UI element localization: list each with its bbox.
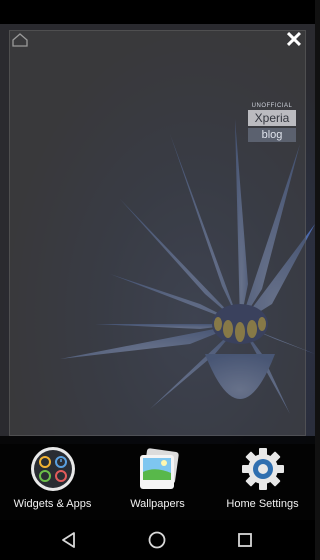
watermark-logo: UNOFFICIAL Xperia blog <box>248 103 296 142</box>
widgets-apps-icon <box>30 446 76 492</box>
gear-icon <box>240 446 286 492</box>
close-icon[interactable]: ✕ <box>284 29 304 51</box>
home-outline-icon[interactable] <box>12 33 28 47</box>
widgets-apps-label: Widgets & Apps <box>13 498 92 510</box>
home-screen-edit-panel[interactable] <box>9 30 306 436</box>
wallpapers-label: Wallpapers <box>130 498 185 510</box>
wallpapers-icon <box>135 446 181 492</box>
back-triangle-icon[interactable] <box>59 530 79 550</box>
home-settings-label: Home Settings <box>226 498 299 510</box>
watermark-line3: blog <box>248 128 296 142</box>
home-circle-icon[interactable] <box>147 530 167 550</box>
recents-square-icon[interactable] <box>235 530 255 550</box>
status-bar <box>0 0 315 24</box>
home-settings-button[interactable]: Home Settings <box>210 446 315 510</box>
home-options-bar: Widgets & Apps Wallpapers Home Settings <box>0 436 315 520</box>
watermark-line1: UNOFFICIAL <box>251 103 293 109</box>
wallpapers-button[interactable]: Wallpapers <box>105 446 210 510</box>
navigation-bar <box>0 520 315 560</box>
widgets-apps-button[interactable]: Widgets & Apps <box>0 446 105 510</box>
watermark-line2: Xperia <box>248 110 296 126</box>
